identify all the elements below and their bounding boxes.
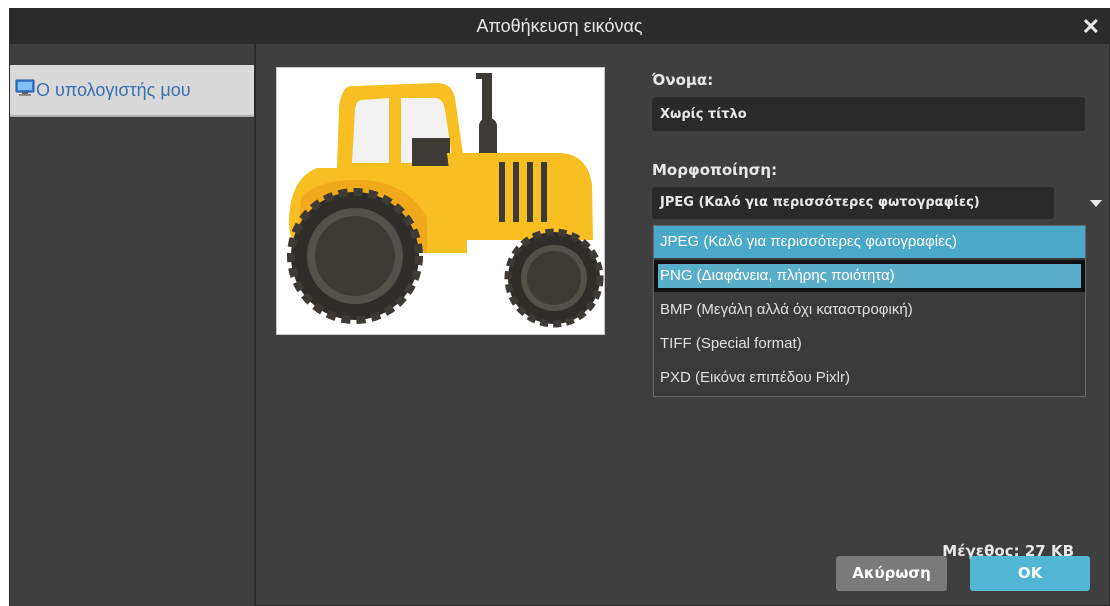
location-sidebar: Ο υπολογιστής μου: [10, 44, 256, 606]
name-label: Όνομα:: [652, 71, 714, 89]
save-image-dialog: Αποθήκευση εικόνας ✕ Ο υπολογιστής μου Ό…: [9, 8, 1110, 606]
chevron-down-icon[interactable]: [1090, 200, 1102, 207]
sidebar-item-my-computer[interactable]: Ο υπολογιστής μου: [10, 65, 254, 117]
image-preview: [276, 67, 605, 335]
dialog-titlebar: Αποθήκευση εικόνας ✕: [10, 9, 1109, 44]
ok-button[interactable]: OK: [970, 556, 1090, 591]
sidebar-item-label: Ο υπολογιστής μου: [36, 80, 191, 100]
format-dropdown-list: JPEG (Καλό για περισσότερες φωτογραφίες)…: [653, 225, 1086, 397]
format-option-tiff[interactable]: TIFF (Special format): [654, 328, 1085, 360]
format-option-png[interactable]: PNG (Διαφάνεια, πλήρης ποιότητα): [654, 260, 1085, 292]
format-option-bmp[interactable]: BMP (Μεγάλη αλλά όχι καταστροφική): [654, 294, 1085, 326]
format-option-jpeg[interactable]: JPEG (Καλό για περισσότερες φωτογραφίες): [654, 226, 1085, 258]
close-icon[interactable]: ✕: [1082, 9, 1100, 44]
dialog-title: Αποθήκευση εικόνας: [476, 16, 643, 36]
format-option-pxd[interactable]: PXD (Εικόνα επιπέδου Pixlr): [654, 362, 1085, 394]
filename-input[interactable]: [652, 97, 1085, 131]
computer-icon: [15, 79, 35, 96]
tractor-image: [287, 73, 604, 328]
cancel-button[interactable]: Ακύρωση: [836, 556, 947, 591]
format-label: Μορφοποίηση:: [652, 161, 778, 179]
format-select[interactable]: JPEG (Καλό για περισσότερες φωτογραφίες): [652, 187, 1054, 219]
